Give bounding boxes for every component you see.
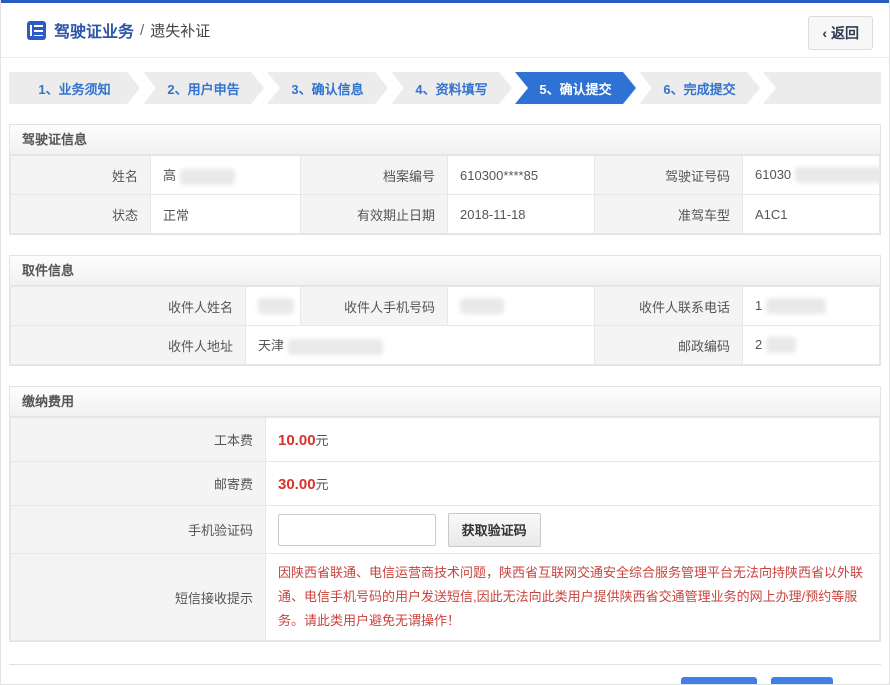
redaction	[258, 298, 294, 314]
get-code-button[interactable]: 获取验证码	[448, 513, 541, 547]
recipient-address-value: 天津	[246, 326, 595, 365]
step-6-complete-submit[interactable]: 6、完成提交	[639, 72, 760, 104]
step-3-confirm-info[interactable]: 3、确认信息	[267, 72, 388, 104]
postcode-label: 邮政编码	[595, 326, 743, 365]
step-1-business-notice[interactable]: 1、业务须知	[9, 72, 140, 104]
pickup-section-title: 取件信息	[10, 256, 880, 286]
step-bar-filler	[763, 72, 881, 104]
redaction	[795, 167, 879, 183]
sms-code-input[interactable]	[278, 514, 436, 546]
vehicle-class-label: 准驾车型	[595, 195, 743, 234]
previous-step-button[interactable]: 上一步	[681, 677, 757, 685]
table-row: 邮寄费 30.00元	[11, 462, 880, 506]
table-row: 姓名 高 档案编号 610300****85 驾驶证号码 61030	[11, 156, 880, 195]
license-service-icon	[27, 21, 46, 40]
file-number-label: 档案编号	[301, 156, 448, 195]
recipient-address-label: 收件人地址	[11, 326, 246, 365]
step-wizard: 1、业务须知 2、用户申告 3、确认信息 4、资料填写 5、确认提交 6、完成提…	[9, 72, 881, 104]
table-row: 手机验证码 获取验证码	[11, 506, 880, 554]
page-title: 驾驶证业务	[54, 18, 134, 42]
license-info-section: 驾驶证信息 姓名 高 档案编号 610300****85 驾驶证号码 61030…	[9, 124, 881, 235]
table-row: 收件人地址 天津 邮政编码 2	[11, 326, 880, 365]
status-label: 状态	[11, 195, 151, 234]
vehicle-class-value: A1C1	[743, 195, 880, 234]
footer-actions: 上一步 完成	[9, 664, 881, 685]
expiry-date-value: 2018-11-18	[448, 195, 595, 234]
back-button[interactable]: ‹返回	[808, 16, 873, 50]
sms-code-cell: 获取验证码	[266, 506, 880, 554]
expiry-date-label: 有效期止日期	[301, 195, 448, 234]
currency-unit: 元	[316, 477, 329, 492]
fees-table: 工本费 10.00元 邮寄费 30.00元 手机验证码 获取验证码 短信接收提示…	[10, 417, 880, 641]
finish-button[interactable]: 完成	[771, 677, 833, 685]
production-fee-amount: 10.00	[278, 432, 316, 449]
postage-fee-label: 邮寄费	[11, 462, 266, 506]
recipient-phone-value: 1	[743, 287, 880, 326]
license-info-table: 姓名 高 档案编号 610300****85 驾驶证号码 61030 状态 正常…	[10, 155, 880, 234]
recipient-mobile-label: 收件人手机号码	[301, 287, 448, 326]
status-value: 正常	[151, 195, 301, 234]
page: 驾驶证业务 / 遗失补证 ‹返回 1、业务须知 2、用户申告 3、确认信息 4、…	[0, 0, 890, 685]
license-number-label: 驾驶证号码	[595, 156, 743, 195]
production-fee-value: 10.00元	[266, 418, 880, 462]
license-number-value: 61030	[743, 156, 880, 195]
pickup-info-table: 收件人姓名 收件人手机号码 收件人联系电话 1 收件人地址 天津 邮政编码 2	[10, 286, 880, 365]
redaction	[460, 298, 504, 314]
table-row: 收件人姓名 收件人手机号码 收件人联系电话 1	[11, 287, 880, 326]
currency-unit: 元	[316, 433, 329, 448]
redaction	[766, 337, 796, 353]
production-fee-label: 工本费	[11, 418, 266, 462]
name-value: 高	[151, 156, 301, 195]
sms-code-label: 手机验证码	[11, 506, 266, 554]
redaction	[180, 169, 235, 185]
step-5-confirm-submit[interactable]: 5、确认提交	[515, 72, 636, 104]
fees-section-title: 缴纳费用	[10, 387, 880, 417]
back-button-label: 返回	[831, 25, 859, 41]
sms-notice-label: 短信接收提示	[11, 554, 266, 641]
page-subtitle: 遗失补证	[150, 20, 210, 41]
redaction	[766, 298, 826, 314]
license-section-title: 驾驶证信息	[10, 125, 880, 155]
table-row: 工本费 10.00元	[11, 418, 880, 462]
sms-notice-text: 因陕西省联通、电信运营商技术问题，陕西省互联网交通安全综合服务管理平台无法向持陕…	[266, 554, 880, 641]
postage-fee-amount: 30.00	[278, 476, 316, 493]
step-4-fill-data[interactable]: 4、资料填写	[391, 72, 512, 104]
name-label: 姓名	[11, 156, 151, 195]
recipient-name-value	[246, 287, 301, 326]
recipient-mobile-value	[448, 287, 595, 326]
table-row: 短信接收提示 因陕西省联通、电信运营商技术问题，陕西省互联网交通安全综合服务管理…	[11, 554, 880, 641]
redaction	[288, 339, 383, 355]
chevron-left-icon: ‹	[822, 25, 827, 41]
postcode-value: 2	[743, 326, 880, 365]
table-row: 状态 正常 有效期止日期 2018-11-18 准驾车型 A1C1	[11, 195, 880, 234]
pickup-info-section: 取件信息 收件人姓名 收件人手机号码 收件人联系电话 1 收件人地址 天津 邮政…	[9, 255, 881, 366]
recipient-phone-label: 收件人联系电话	[595, 287, 743, 326]
title-separator: /	[140, 22, 144, 39]
page-header: 驾驶证业务 / 遗失补证 ‹返回	[1, 3, 889, 58]
postage-fee-value: 30.00元	[266, 462, 880, 506]
step-2-user-declaration[interactable]: 2、用户申告	[143, 72, 264, 104]
fees-section: 缴纳费用 工本费 10.00元 邮寄费 30.00元 手机验证码 获取验证码 短…	[9, 386, 881, 642]
recipient-name-label: 收件人姓名	[11, 287, 246, 326]
file-number-value: 610300****85	[448, 156, 595, 195]
